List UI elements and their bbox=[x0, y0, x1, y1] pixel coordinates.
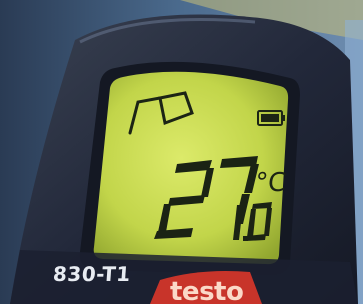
model-label: 830-T1 bbox=[52, 262, 132, 286]
temperature-unit: °C bbox=[253, 168, 288, 198]
brand-logo: testo bbox=[170, 277, 244, 304]
device-photo bbox=[0, 0, 363, 304]
temperature-sub-digits bbox=[233, 202, 272, 241]
photo-scene: °C 830-T1 testo bbox=[0, 0, 363, 304]
